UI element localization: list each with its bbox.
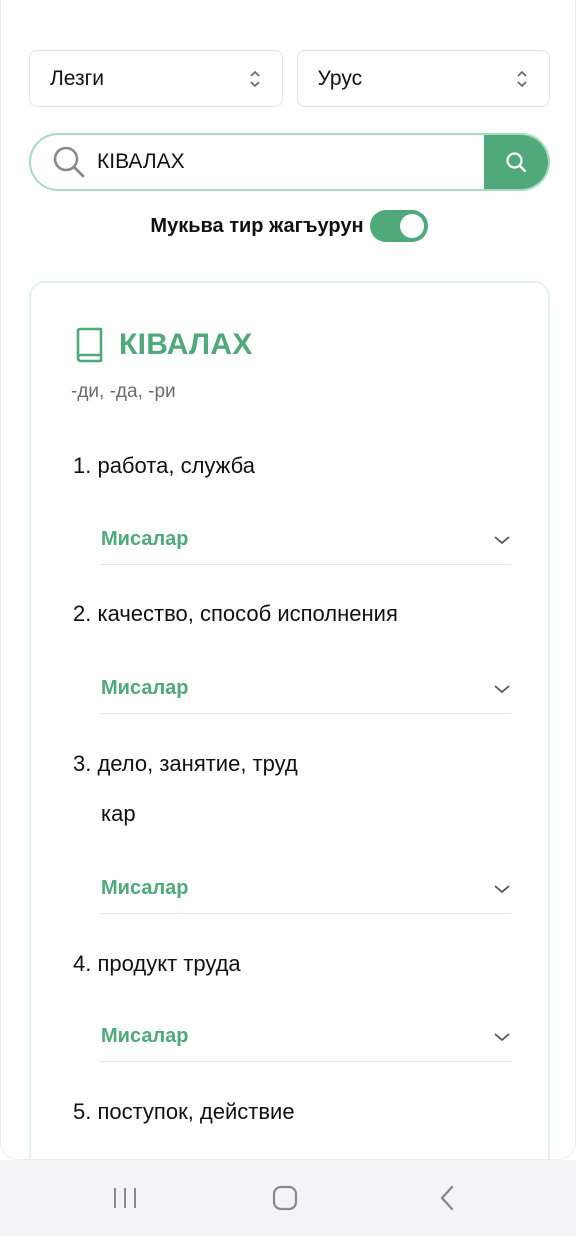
dictionary-entry-card: КIВАЛАХ -ди, -да, -ри 1. работа, служба …	[29, 281, 550, 1159]
chevron-down-icon	[494, 884, 510, 893]
examples-label: Мисалар	[101, 677, 189, 699]
sort-arrows-icon	[517, 70, 527, 87]
examples-toggle-1[interactable]: Мисалар	[101, 515, 511, 565]
similar-search-label: Мукьва тир жагъурун	[150, 214, 364, 237]
definition-2: 2. качество, способ исполнения	[73, 601, 398, 626]
definition-1: 1. работа, служба	[73, 453, 255, 478]
chevron-down-icon	[494, 535, 510, 544]
back-icon[interactable]	[436, 1184, 458, 1212]
headword: КIВАЛАХ	[119, 328, 253, 361]
examples-toggle-2[interactable]: Мисалар	[101, 664, 511, 714]
search-icon	[53, 146, 85, 178]
search-bar	[29, 133, 550, 191]
similar-search-toggle-row: Мукьва тир жагъурун	[1, 207, 575, 245]
source-language-value: Лезги	[50, 66, 105, 90]
toggle-knob	[399, 214, 424, 238]
word-forms: -ди, -да, -ри	[71, 381, 176, 402]
source-language-select[interactable]: Лезги	[29, 50, 283, 107]
entry-header: КIВАЛАХ	[73, 327, 253, 363]
examples-label: Мисалар	[101, 877, 189, 899]
target-language-value: Урус	[317, 66, 363, 90]
target-language-select[interactable]: Урус	[296, 50, 550, 107]
similar-search-toggle[interactable]	[369, 210, 428, 242]
definition-3: 3. дело, занятие, труд	[73, 751, 298, 776]
book-icon	[76, 327, 103, 363]
examples-label: Мисалар	[101, 1025, 189, 1047]
sort-arrows-icon	[249, 70, 260, 87]
chevron-down-icon	[494, 1032, 510, 1041]
examples-toggle-3[interactable]: Мисалар	[101, 864, 511, 914]
home-icon[interactable]	[271, 1184, 299, 1212]
recent-apps-icon[interactable]	[112, 1184, 138, 1212]
search-button[interactable]	[484, 135, 548, 189]
definition-5: 5. поступок, действие	[73, 1099, 295, 1124]
chevron-down-icon	[494, 684, 510, 693]
system-navigation-bar	[0, 1160, 576, 1236]
search-icon	[506, 152, 527, 173]
definition-3-sub: кар	[101, 801, 136, 826]
examples-toggle-4[interactable]: Мисалар	[101, 1012, 511, 1062]
app-screen: Лезги Урус Мукьва тир жагъ	[0, 0, 576, 1160]
examples-label: Мисалар	[101, 528, 189, 550]
language-selectors: Лезги Урус	[29, 50, 550, 107]
definition-4: 4. продукт труда	[73, 951, 241, 976]
search-input[interactable]	[87, 135, 484, 189]
